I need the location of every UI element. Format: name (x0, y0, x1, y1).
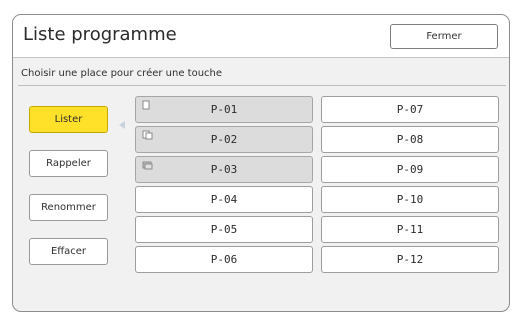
document-icon (142, 100, 150, 110)
slot-label: P-03 (210, 163, 238, 176)
program-slot-p08[interactable]: P-08 (321, 126, 499, 153)
delete-button[interactable]: Effacer (29, 238, 108, 265)
slot-label: P-07 (396, 103, 424, 116)
rename-button[interactable]: Renommer (29, 194, 108, 221)
program-slot-p07[interactable]: P-07 (321, 96, 499, 123)
close-button[interactable]: Fermer (390, 24, 498, 49)
program-slot-p11[interactable]: P-11 (321, 216, 499, 243)
slot-label: P-09 (396, 163, 424, 176)
selection-pointer-icon (119, 121, 125, 129)
program-slot-p02[interactable]: P-02 (135, 126, 313, 153)
slot-label: P-01 (210, 103, 238, 116)
list-button[interactable]: Lister (29, 106, 108, 133)
instruction-text: Choisir une place pour créer une touche (21, 68, 223, 79)
dialog-title: Liste programme (23, 24, 177, 45)
slot-label: P-08 (396, 133, 424, 146)
recall-button[interactable]: Rappeler (29, 150, 108, 177)
slot-label: P-12 (396, 253, 424, 266)
slot-label: P-05 (210, 223, 238, 236)
slot-label: P-06 (210, 253, 238, 266)
folder-stack-icon (142, 161, 153, 170)
slot-label: P-10 (396, 193, 424, 206)
program-list-dialog: Liste programme Fermer Choisir une place… (12, 14, 510, 312)
slot-label: P-02 (210, 133, 238, 146)
program-slot-p05[interactable]: P-05 (135, 216, 313, 243)
slot-label: P-04 (210, 193, 238, 206)
program-slot-p10[interactable]: P-10 (321, 186, 499, 213)
program-slot-p09[interactable]: P-09 (321, 156, 499, 183)
program-slot-p01[interactable]: P-01 (135, 96, 313, 123)
title-bar: Liste programme Fermer (13, 15, 509, 58)
program-slot-p04[interactable]: P-04 (135, 186, 313, 213)
program-slot-p03[interactable]: P-03 (135, 156, 313, 183)
divider (18, 85, 506, 86)
document-stack-icon (142, 130, 153, 140)
program-slot-p06[interactable]: P-06 (135, 246, 313, 273)
slot-label: P-11 (396, 223, 424, 236)
program-slot-p12[interactable]: P-12 (321, 246, 499, 273)
